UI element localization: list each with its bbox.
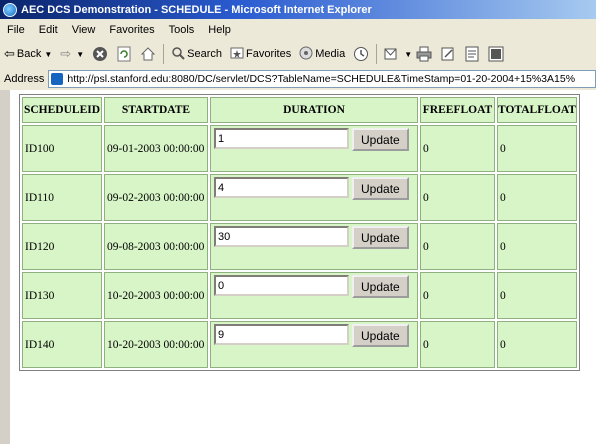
refresh-icon[interactable]	[115, 45, 133, 63]
favorites-button[interactable]: Favorites	[226, 43, 295, 65]
header-duration: DURATION	[210, 97, 418, 123]
search-button[interactable]: Search	[167, 43, 226, 65]
print-icon[interactable]	[415, 45, 433, 63]
duration-cell: Update	[210, 174, 418, 221]
page-icon	[51, 73, 64, 85]
freefloat-cell: 0	[420, 272, 495, 319]
favorites-icon	[230, 46, 244, 63]
header-freefloat: FREEFLOAT	[420, 97, 495, 123]
mail-icon[interactable]	[383, 45, 401, 63]
schedule-id-cell: ID140	[22, 321, 102, 368]
table-header-row: SCHEDULEID STARTDATE DURATION FREEFLOAT …	[22, 97, 577, 123]
page-content: SCHEDULEID STARTDATE DURATION FREEFLOAT …	[0, 90, 596, 444]
start-date-cell: 10-20-2003 00:00:00	[104, 321, 208, 368]
schedule-id-cell: ID110	[22, 174, 102, 221]
totalfloat-cell: 0	[497, 125, 577, 172]
schedule-table: SCHEDULEID STARTDATE DURATION FREEFLOAT …	[19, 94, 580, 371]
left-frame-edge	[0, 90, 10, 444]
update-button[interactable]: Update	[352, 324, 409, 347]
start-date-cell: 09-01-2003 00:00:00	[104, 125, 208, 172]
table-row: ID130 10-20-2003 00:00:00 Update 0 0	[22, 272, 577, 319]
address-url: http://psl.stanford.edu:8080/DC/servlet/…	[67, 73, 576, 85]
toolbar-separator	[376, 44, 378, 64]
forward-button[interactable]: ⇨ ▼	[56, 43, 88, 65]
duration-input[interactable]	[214, 177, 349, 198]
chevron-down-icon[interactable]: ▼	[404, 50, 412, 59]
update-button[interactable]: Update	[352, 275, 409, 298]
forward-arrow-icon: ⇨	[60, 46, 72, 61]
start-date-cell: 09-02-2003 00:00:00	[104, 174, 208, 221]
menu-view[interactable]: View	[65, 24, 103, 36]
discuss-icon[interactable]	[463, 45, 481, 63]
favorites-label: Favorites	[245, 48, 292, 60]
duration-cell: Update	[210, 321, 418, 368]
duration-input[interactable]	[214, 275, 349, 296]
update-button[interactable]: Update	[352, 128, 409, 151]
schedule-id-cell: ID130	[22, 272, 102, 319]
freefloat-cell: 0	[420, 174, 495, 221]
update-button[interactable]: Update	[352, 177, 409, 200]
duration-input[interactable]	[214, 128, 349, 149]
standard-toolbar: ⇦ Back ▼ ⇨ ▼ Search Favorites Media ▼	[0, 40, 596, 69]
menu-file[interactable]: File	[0, 24, 32, 36]
table-row: ID100 09-01-2003 00:00:00 Update 0 0	[22, 125, 577, 172]
totalfloat-cell: 0	[497, 321, 577, 368]
freefloat-cell: 0	[420, 223, 495, 270]
menu-favorites[interactable]: Favorites	[102, 24, 161, 36]
chevron-down-icon: ▼	[76, 49, 85, 59]
table-row: ID140 10-20-2003 00:00:00 Update 0 0	[22, 321, 577, 368]
table-row: ID120 09-08-2003 00:00:00 Update 0 0	[22, 223, 577, 270]
freefloat-cell: 0	[420, 125, 495, 172]
chevron-down-icon: ▼	[44, 49, 53, 59]
ie-logo-icon	[3, 2, 17, 17]
duration-input[interactable]	[214, 324, 349, 345]
duration-cell: Update	[210, 272, 418, 319]
header-scheduleid: SCHEDULEID	[22, 97, 102, 123]
address-input[interactable]: http://psl.stanford.edu:8080/DC/servlet/…	[48, 70, 596, 88]
start-date-cell: 09-08-2003 00:00:00	[104, 223, 208, 270]
media-label: Media	[315, 48, 346, 60]
address-bar: Address http://psl.stanford.edu:8080/DC/…	[0, 68, 596, 91]
window-title-bar: AEC DCS Demonstration - SCHEDULE - Micro…	[0, 0, 596, 19]
history-icon[interactable]	[352, 45, 370, 63]
update-button[interactable]: Update	[352, 226, 409, 249]
search-label: Search	[187, 48, 222, 60]
address-label: Address	[4, 73, 45, 85]
menu-tools[interactable]: Tools	[162, 24, 202, 36]
duration-input[interactable]	[214, 226, 349, 247]
table-row: ID110 09-02-2003 00:00:00 Update 0 0	[22, 174, 577, 221]
freefloat-cell: 0	[420, 321, 495, 368]
schedule-id-cell: ID120	[22, 223, 102, 270]
media-icon	[299, 46, 313, 63]
totalfloat-cell: 0	[497, 272, 577, 319]
start-date-cell: 10-20-2003 00:00:00	[104, 272, 208, 319]
home-icon[interactable]	[139, 45, 157, 63]
header-startdate: STARTDATE	[104, 97, 208, 123]
header-totalfloat: TOTALFLOAT	[497, 97, 577, 123]
menu-help[interactable]: Help	[201, 24, 238, 36]
search-icon	[171, 46, 185, 63]
duration-cell: Update	[210, 223, 418, 270]
back-button[interactable]: ⇦ Back ▼	[0, 43, 56, 65]
media-button[interactable]: Media	[295, 43, 349, 65]
back-arrow-icon: ⇦	[4, 46, 15, 61]
totalfloat-cell: 0	[497, 174, 577, 221]
menu-bar: File Edit View Favorites Tools Help	[0, 19, 596, 41]
totalfloat-cell: 0	[497, 223, 577, 270]
toolbar-separator	[163, 44, 165, 64]
schedule-id-cell: ID100	[22, 125, 102, 172]
edit-icon[interactable]	[439, 45, 457, 63]
window-title: AEC DCS Demonstration - SCHEDULE - Micro…	[21, 3, 372, 16]
menu-edit[interactable]: Edit	[32, 24, 65, 36]
messenger-icon[interactable]	[487, 45, 505, 63]
back-label: Back	[16, 48, 42, 60]
stop-icon[interactable]	[91, 45, 109, 63]
duration-cell: Update	[210, 125, 418, 172]
